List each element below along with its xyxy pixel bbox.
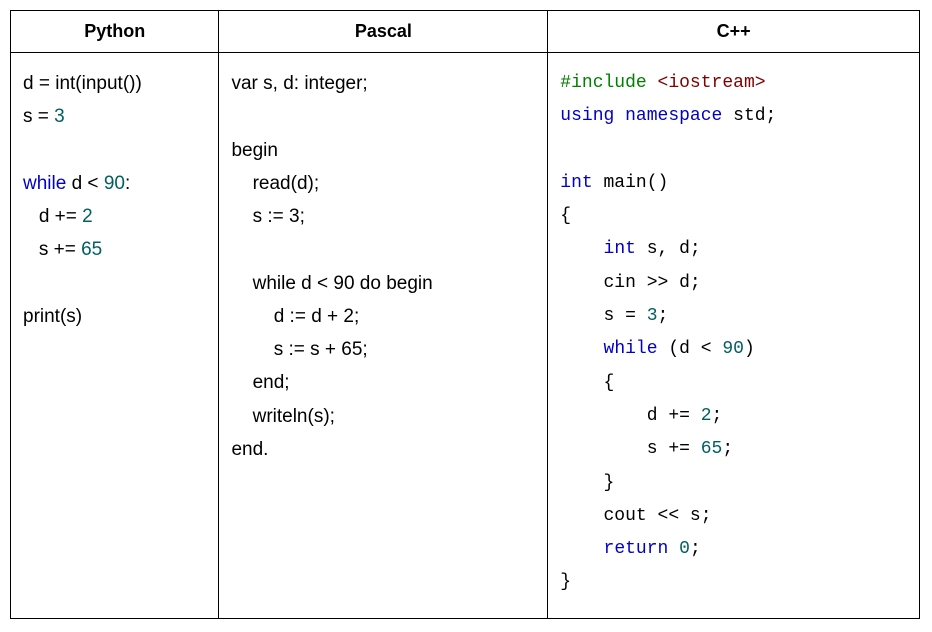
code-comparison-table: Python Pascal C++ d = int(input()) s = 3… <box>10 10 920 619</box>
table-row: d = int(input()) s = 3 while d < 90: d +… <box>11 53 920 619</box>
cell-pascal: var s, d: integer; begin read(d); s := 3… <box>219 53 548 619</box>
cell-cpp: #include <iostream> using namespace std;… <box>548 53 920 619</box>
column-header-cpp: C++ <box>548 11 920 53</box>
table-header-row: Python Pascal C++ <box>11 11 920 53</box>
column-header-python: Python <box>11 11 219 53</box>
cell-python: d = int(input()) s = 3 while d < 90: d +… <box>11 53 219 619</box>
code-cpp: #include <iostream> using namespace std;… <box>560 67 907 600</box>
column-header-pascal: Pascal <box>219 11 548 53</box>
code-python: d = int(input()) s = 3 while d < 90: d +… <box>23 67 206 333</box>
code-pascal: var s, d: integer; begin read(d); s := 3… <box>231 67 535 466</box>
